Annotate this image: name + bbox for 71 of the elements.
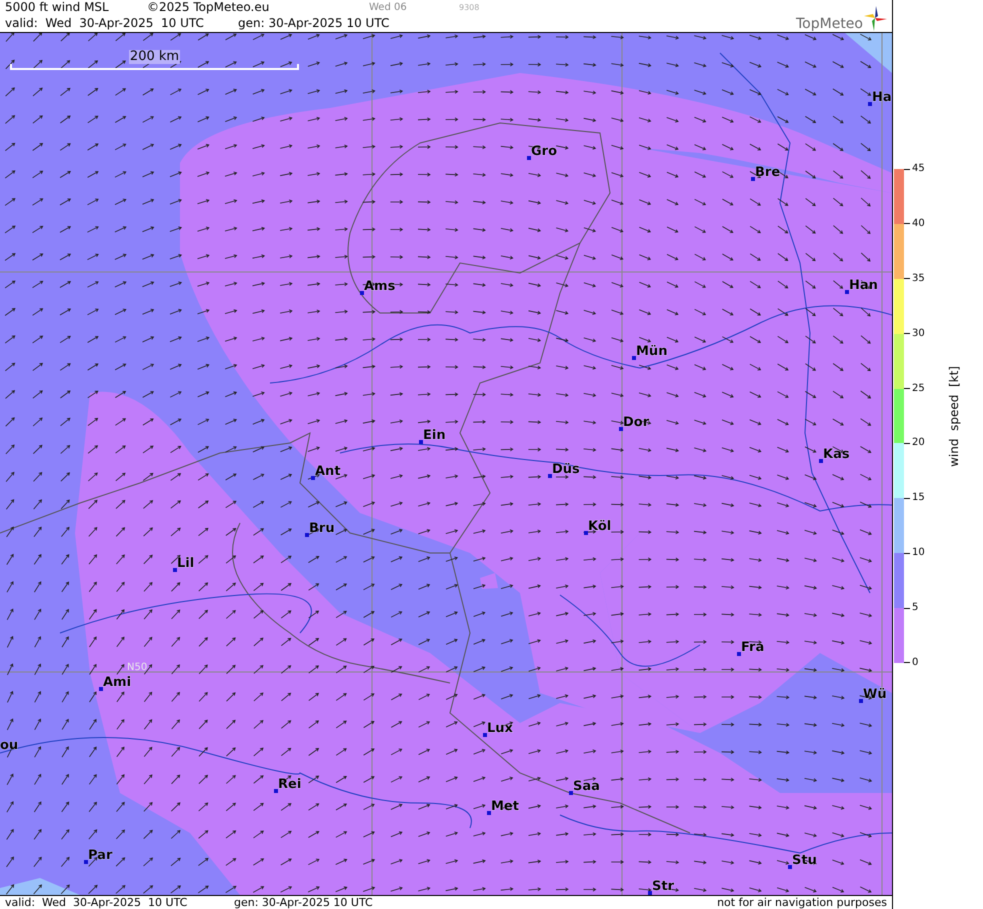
city-marker-icon	[584, 531, 588, 535]
tick-label: 10	[912, 547, 925, 560]
city-label: Gro	[531, 144, 558, 159]
legend-label: wind speed [kt]	[946, 366, 962, 466]
generated-time-text: gen: 30-Apr-2025 10 UTC	[238, 16, 390, 31]
city-label: Fra	[741, 640, 764, 655]
code-text: 9308	[459, 2, 480, 14]
city-label: Düs	[552, 462, 580, 477]
city-marker-icon	[419, 440, 423, 444]
city-marker-icon	[788, 865, 792, 869]
city-label: Saa	[573, 779, 600, 794]
latitude-label: N50	[127, 662, 148, 673]
city-marker-icon	[648, 891, 652, 895]
city-marker-icon	[845, 290, 849, 294]
city-label: Kas	[823, 447, 850, 462]
city-label: Str	[652, 879, 674, 894]
city-marker-icon	[483, 733, 487, 737]
city-marker-icon	[360, 291, 364, 295]
city-label: Ams	[364, 279, 396, 294]
city-marker-icon	[868, 102, 872, 106]
city-label: Ein	[423, 428, 446, 443]
city-label: Ami	[103, 675, 132, 690]
city-marker-icon	[859, 699, 863, 703]
city-marker-icon	[737, 652, 741, 656]
map-title: 5000 ft wind MSL	[5, 0, 110, 15]
tick-label: 25	[912, 382, 925, 394]
city-label: Ha	[872, 90, 892, 105]
tick-label: 30	[912, 328, 925, 340]
city-marker-icon	[173, 568, 177, 572]
city-label: Rei	[278, 777, 302, 792]
city-marker-icon	[527, 156, 531, 160]
city-label: Lux	[487, 721, 513, 736]
city-label: Lil	[177, 556, 194, 571]
disclaimer-text: not for air navigation purposes	[717, 896, 887, 908]
valid-time-text: valid: Wed 30-Apr-2025 10 UTC	[5, 16, 205, 31]
scale-label: 200 km	[128, 50, 180, 64]
city-label: Stu	[792, 853, 817, 868]
tick-label: 20	[912, 437, 925, 450]
tick-label: 0	[912, 656, 918, 669]
tick-label: 45	[912, 163, 925, 175]
generated-time-text: gen: 30-Apr-2025 10 UTC	[234, 896, 373, 908]
tick-label: 5	[912, 602, 918, 614]
tick-label: 35	[912, 272, 925, 285]
city-label: Dor	[623, 415, 650, 430]
copyright-text: ©2025 TopMeteo.eu	[147, 0, 270, 15]
city-marker-icon	[99, 687, 103, 691]
city-label: Met	[491, 799, 519, 814]
city-marker-icon	[619, 427, 623, 431]
valid-time-text: valid: Wed 30-Apr-2025 10 UTC	[5, 896, 188, 908]
city-marker-icon	[84, 860, 88, 864]
city-label: Wü	[863, 687, 887, 702]
city-marker-icon	[274, 789, 278, 793]
city-marker-icon	[751, 177, 755, 181]
city-marker-icon	[487, 811, 491, 815]
city-marker-icon	[632, 356, 636, 360]
city-label: Ant	[315, 464, 341, 479]
city-marker-icon	[569, 791, 573, 795]
tick-label: 15	[912, 492, 925, 504]
city-label: Köl	[588, 519, 612, 534]
city-marker-icon	[819, 459, 823, 463]
city-marker-icon	[311, 476, 315, 480]
city-marker-icon	[305, 533, 309, 537]
city-marker-icon	[548, 474, 552, 478]
logo-text: TopMeteo	[796, 16, 863, 32]
city-label: Mün	[636, 344, 668, 359]
city-label: ou	[0, 738, 18, 753]
city-label: Par	[88, 848, 112, 863]
city-label: Bre	[755, 165, 780, 180]
tick-label: 40	[912, 218, 925, 230]
city-label: Bru	[309, 521, 335, 536]
run-day-text: Wed 06	[369, 1, 408, 15]
